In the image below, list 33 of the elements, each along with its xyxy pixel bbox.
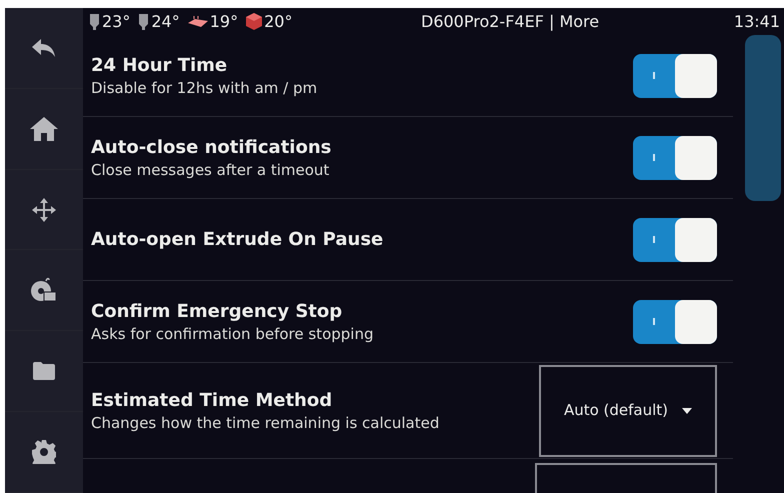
setting-description: Close messages after a timeout <box>91 160 330 180</box>
temperature-reading: 24° <box>151 10 180 32</box>
temperature-reading: 23° <box>102 10 130 32</box>
toggle-switch[interactable] <box>633 218 717 262</box>
caret-icon <box>682 408 692 414</box>
home-icon <box>29 116 59 142</box>
heated-bed-icon <box>188 16 208 28</box>
setting-title: Confirm Emergency Stop <box>91 300 344 324</box>
dropdown-select[interactable]: Auto (default) <box>539 364 717 456</box>
temperature-reading: 20° <box>264 10 292 32</box>
setting-description: Asks for confirmation before stopping <box>91 324 374 344</box>
folder-icon <box>32 362 56 380</box>
setting-title: Auto-close notifications <box>91 136 332 160</box>
chamber-cube-icon <box>246 13 262 30</box>
toggle-switch[interactable] <box>633 54 717 98</box>
move-arrows-icon <box>32 198 56 222</box>
clock-time: 13:41 <box>734 10 780 32</box>
temperature-reading: 19° <box>210 10 238 32</box>
scrollbar-thumb[interactable] <box>745 35 781 201</box>
spool-icon <box>30 277 58 304</box>
nozzle-icon <box>138 14 150 30</box>
setting-title: Estimated Time Method <box>91 388 334 412</box>
settings-icon <box>32 440 56 464</box>
setting-description: Changes how the time remaining is calculated <box>91 412 440 432</box>
nozzle-icon <box>89 14 100 30</box>
screen-title: D600Pro2-F4EF | More <box>421 10 600 33</box>
setting-title: Auto-open Extrude On Pause <box>91 228 384 252</box>
setting-description: Disable for 12hs with am / pm <box>91 78 318 98</box>
setting-title: 24 Hour Time <box>91 54 228 78</box>
toggle-switch[interactable] <box>633 300 717 344</box>
toggle-switch[interactable] <box>633 136 717 180</box>
back-arrow-icon <box>31 38 57 58</box>
dropdown-select[interactable] <box>535 463 717 493</box>
